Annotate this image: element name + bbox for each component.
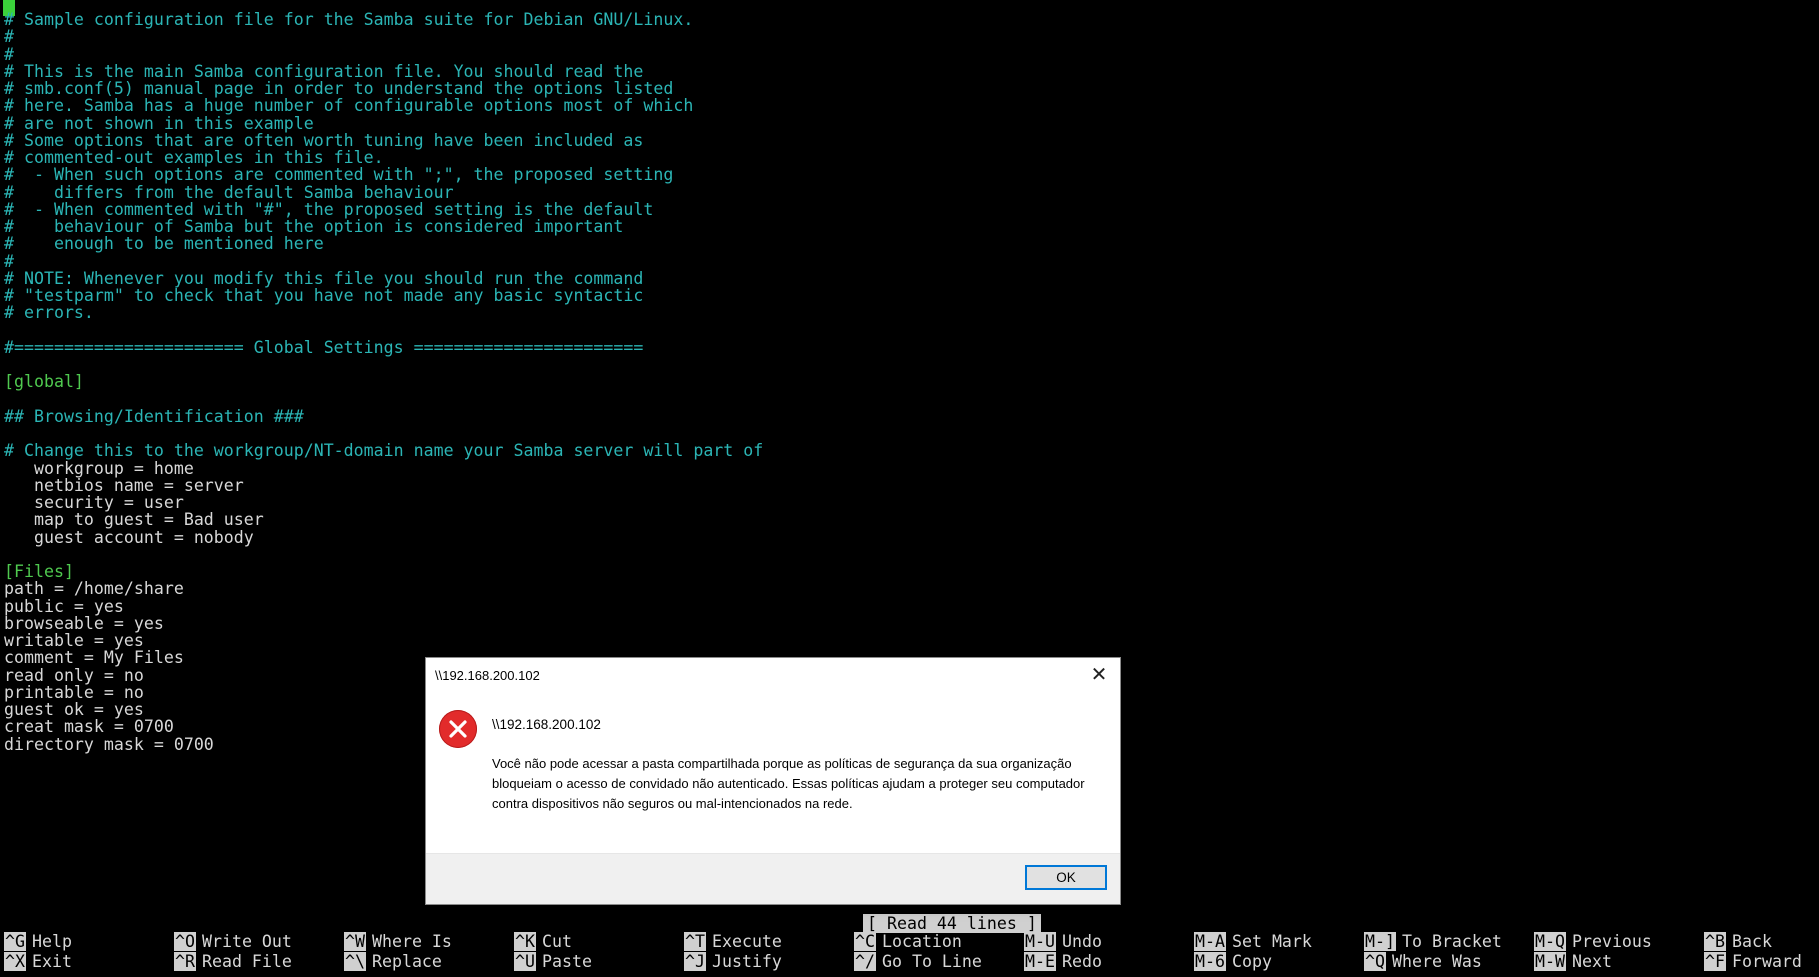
shortcut-item[interactable]: M-A Set Mark	[1194, 932, 1312, 952]
shortcut-key: ^U	[514, 952, 536, 971]
shortcut-key: M-]	[1364, 932, 1396, 951]
shortcut-key: M-Q	[1534, 932, 1566, 951]
shortcut-label: Location	[881, 932, 962, 951]
shortcut-item[interactable]: ^G Help	[4, 932, 72, 952]
editor-line: [global]	[4, 372, 84, 392]
shortcut-label: Execute	[711, 932, 782, 951]
shortcut-key: M-U	[1024, 932, 1056, 951]
editor-line: # errors.	[4, 303, 94, 323]
shortcut-item[interactable]: ^X Exit	[4, 952, 72, 972]
shortcut-label: Go To Line	[881, 952, 982, 971]
shortcut-item[interactable]: M-] To Bracket	[1364, 932, 1502, 952]
shortcut-item[interactable]: ^Q Where Was	[1364, 952, 1482, 972]
shortcut-label: Previous	[1571, 932, 1652, 951]
shortcut-key: ^X	[4, 952, 26, 971]
shortcut-label: To Bracket	[1401, 932, 1502, 951]
editor-line: ## Browsing/Identification ###	[4, 406, 304, 426]
shortcut-key: ^K	[514, 932, 536, 951]
editor-line: guest account = nobody	[4, 527, 254, 547]
shortcut-label: Undo	[1061, 932, 1102, 951]
shortcut-key: M-6	[1194, 952, 1226, 971]
shortcut-item[interactable]: ^C Location	[854, 932, 962, 952]
shortcut-key: M-W	[1534, 952, 1566, 971]
shortcut-key: ^G	[4, 932, 26, 951]
shortcut-key: M-E	[1024, 952, 1056, 971]
editor-line: # Sample configuration file for the Samb…	[4, 10, 694, 29]
shortcut-key: ^J	[684, 952, 706, 971]
shortcut-item[interactable]: M-W Next	[1534, 952, 1612, 972]
dialog-message: Você não pode acessar a pasta compartilh…	[492, 756, 1085, 811]
status-message: [ Read 44 lines ]	[863, 914, 1041, 933]
shortcut-key: ^W	[344, 932, 366, 951]
shortcut-key: M-A	[1194, 932, 1226, 951]
editor-line: #======================= Global Settings…	[4, 337, 644, 357]
shortcut-key: ^C	[854, 932, 876, 951]
shortcut-label: Help	[31, 932, 72, 951]
dialog-footer: OK	[426, 853, 1120, 904]
shortcut-label: Next	[1571, 952, 1612, 971]
shortcut-label: Justify	[711, 952, 782, 971]
shortcut-label: Where Was	[1391, 952, 1482, 971]
shortcut-label: Paste	[541, 952, 592, 971]
shortcut-label: Where Is	[371, 932, 452, 951]
editor-line: # enough to be mentioned here	[4, 234, 324, 254]
error-icon	[439, 710, 477, 748]
shortcut-label: Exit	[31, 952, 72, 971]
shortcut-item[interactable]: M-E Redo	[1024, 952, 1102, 972]
shortcut-label: Read File	[201, 952, 292, 971]
shortcut-item[interactable]: M-U Undo	[1024, 932, 1102, 952]
shortcut-label: Replace	[371, 952, 442, 971]
shortcut-key: ^R	[174, 952, 196, 971]
dialog-title: \\192.168.200.102	[435, 668, 540, 683]
shortcut-item[interactable]: M-6 Copy	[1194, 952, 1272, 972]
shortcut-key: ^B	[1704, 932, 1726, 951]
shortcut-item[interactable]: ^U Paste	[514, 952, 592, 972]
shortcut-item[interactable]: ^B Back	[1704, 932, 1772, 952]
editor-line: # "testparm" to check that you have not …	[4, 286, 644, 305]
shortcut-item[interactable]: ^\ Replace	[344, 952, 442, 972]
shortcut-label: Cut	[541, 932, 572, 951]
shortcut-label: Forward	[1731, 952, 1802, 971]
shortcut-item[interactable]: ^K Cut	[514, 932, 572, 952]
close-icon[interactable]: ✕	[1084, 662, 1114, 688]
shortcut-label: Write Out	[201, 932, 292, 951]
shortcut-item[interactable]: ^/ Go To Line	[854, 952, 982, 972]
shortcut-label: Back	[1731, 932, 1772, 951]
shortcut-item[interactable]: ^O Write Out	[174, 932, 292, 952]
editor-line: directory mask = 0700	[4, 734, 214, 754]
shortcut-key: ^/	[854, 952, 876, 971]
shortcut-label: Set Mark	[1231, 932, 1312, 951]
error-dialog: \\192.168.200.102 ✕ \\192.168.200.102 Vo…	[425, 657, 1121, 905]
shortcut-item[interactable]: ^F Forward	[1704, 952, 1802, 972]
ok-button[interactable]: OK	[1025, 865, 1107, 890]
shortcut-key: ^T	[684, 932, 706, 951]
shortcut-key: ^F	[1704, 952, 1726, 971]
shortcut-key: ^Q	[1364, 952, 1386, 971]
shortcut-item[interactable]: ^R Read File	[174, 952, 292, 972]
shortcut-item[interactable]: ^T Execute	[684, 932, 782, 952]
shortcut-item[interactable]: ^J Justify	[684, 952, 782, 972]
shortcut-label: Redo	[1061, 952, 1102, 971]
shortcut-key: ^\	[344, 952, 366, 971]
dialog-heading: \\192.168.200.102	[492, 717, 601, 732]
shortcut-item[interactable]: M-Q Previous	[1534, 932, 1652, 952]
shortcut-item[interactable]: ^W Where Is	[344, 932, 452, 952]
shortcut-label: Copy	[1231, 952, 1272, 971]
shortcut-key: ^O	[174, 932, 196, 951]
